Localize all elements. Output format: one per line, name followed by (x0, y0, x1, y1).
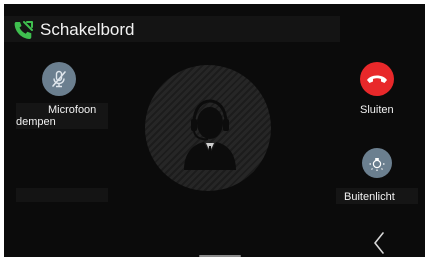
chevron-left-icon[interactable] (368, 230, 390, 256)
outdoor-light-button[interactable] (362, 148, 392, 178)
outdoor-light-label: Buitenlicht (344, 191, 395, 203)
mic-off-icon (52, 70, 66, 88)
mute-label-line1: Microfoon (48, 104, 97, 116)
hang-up-icon (367, 75, 387, 83)
mute-microphone-button[interactable] (42, 62, 76, 96)
phone-call-icon (14, 21, 33, 39)
operator-headset-icon (184, 99, 236, 170)
mute-label-line2: dempen (16, 116, 56, 128)
hang-up-label: Sluiten (360, 104, 394, 116)
hang-up-button[interactable] (360, 62, 394, 96)
light-bulb-icon (369, 158, 385, 171)
page-title: Schakelbord (40, 20, 135, 39)
home-indicator[interactable] (199, 255, 241, 257)
intercom-call-screen: Schakelbord Microfoon dempen Sluiten Bui… (4, 4, 425, 257)
empty-button-slot (16, 188, 108, 202)
